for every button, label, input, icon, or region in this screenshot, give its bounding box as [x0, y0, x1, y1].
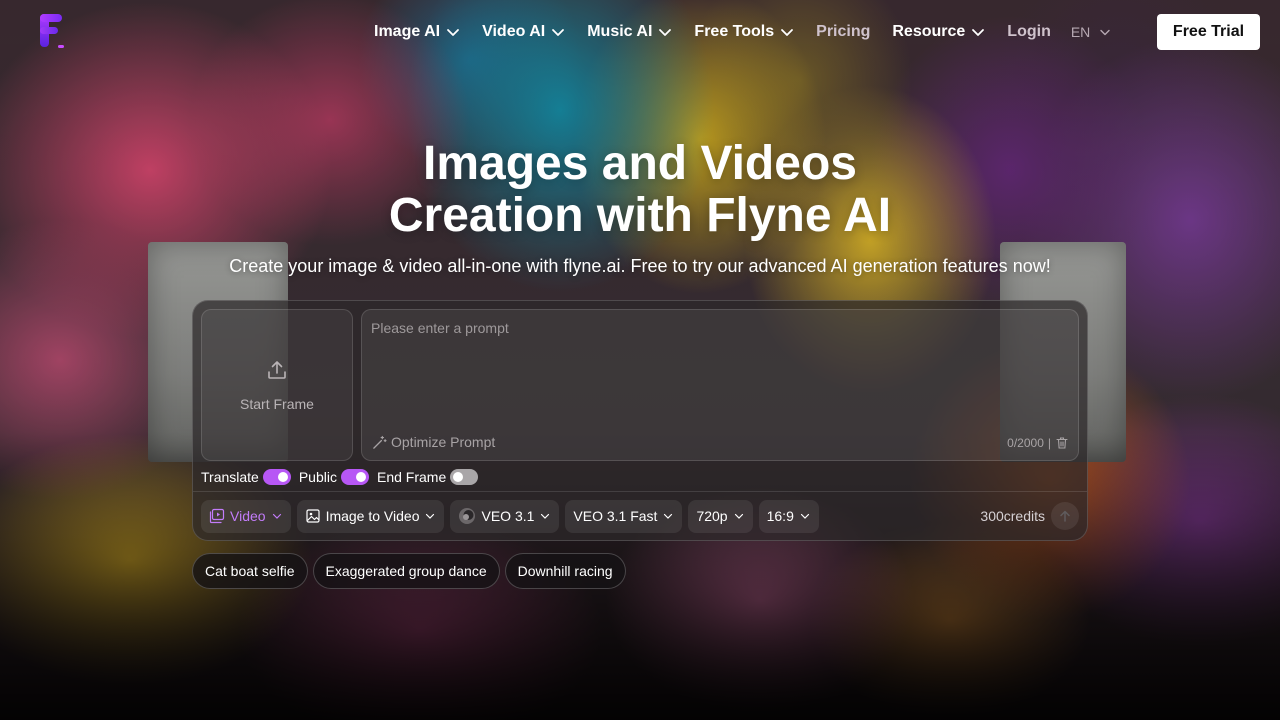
- generation-controls: Video Image to Video VEO 3.1 VEO 3.1 Fas…: [201, 499, 1079, 533]
- nav-music-ai[interactable]: Music AI: [587, 23, 672, 41]
- nav-image-ai[interactable]: Image AI: [374, 23, 460, 41]
- optimize-prompt-label: Optimize Prompt: [391, 434, 496, 450]
- chevron-down-icon: [1100, 29, 1110, 36]
- nav-free-tools[interactable]: Free Tools: [694, 23, 794, 41]
- logo-icon[interactable]: [38, 14, 66, 50]
- resolution-label: 720p: [696, 508, 728, 524]
- toggle-label: End Frame: [376, 469, 447, 485]
- nav-item-label: Free Tools: [694, 23, 775, 40]
- translate-toggle[interactable]: Translate: [201, 469, 291, 485]
- login-label: Login: [1007, 23, 1051, 40]
- char-count: 0/2000: [1007, 436, 1044, 450]
- nav-item-label: Pricing: [816, 23, 871, 40]
- resolution-select[interactable]: 720p: [688, 499, 753, 533]
- prompt-input[interactable]: [362, 310, 1078, 428]
- char-counter: 0/2000 |: [1007, 436, 1069, 450]
- chevron-down-icon: [781, 29, 794, 36]
- option-toggles: Translate Public End Frame: [201, 467, 479, 487]
- translate-switch[interactable]: [262, 469, 291, 485]
- video-icon: [209, 508, 225, 524]
- main-nav: Image AI Video AI Music AI Free Tools Pr…: [374, 0, 1112, 64]
- mode-label: Video: [230, 508, 266, 524]
- chevron-down-icon: [272, 513, 281, 519]
- image-icon: [305, 509, 320, 523]
- model-icon: [459, 508, 476, 524]
- chevron-down-icon: [734, 513, 743, 519]
- arrow-up-icon: [1060, 510, 1070, 522]
- model-variant-label: VEO 3.1 Fast: [573, 508, 658, 524]
- hero-subtitle: Create your image & video all-in-one wit…: [229, 256, 1051, 276]
- end-frame-toggle[interactable]: End Frame: [376, 469, 479, 485]
- public-toggle[interactable]: Public: [299, 469, 369, 485]
- suggestion-chip[interactable]: Downhill racing: [504, 553, 626, 589]
- model-select[interactable]: VEO 3.1: [450, 499, 560, 533]
- chevron-down-icon: [972, 29, 985, 36]
- nav-item-label: Video AI: [482, 23, 546, 40]
- chevron-down-icon: [447, 29, 459, 36]
- nav-item-label: Resource: [892, 23, 966, 40]
- hero-title: Images and Videos Creation with Flyne AI: [0, 138, 1280, 242]
- panel-divider: [193, 491, 1087, 492]
- counter-separator: |: [1047, 436, 1051, 450]
- chevron-down-icon: [426, 513, 435, 519]
- optimize-prompt-button[interactable]: Optimize Prompt: [372, 434, 495, 450]
- nav-video-ai[interactable]: Video AI: [482, 23, 565, 41]
- language-label: EN: [1070, 24, 1091, 40]
- public-switch[interactable]: [340, 469, 369, 485]
- login-link[interactable]: Login: [1007, 23, 1051, 41]
- prompt-suggestions: Cat boat selfie Exaggerated group dance …: [192, 553, 626, 589]
- suggestion-chip[interactable]: Exaggerated group dance: [312, 553, 500, 589]
- trash-icon[interactable]: [1055, 436, 1069, 450]
- chevron-down-icon: [664, 513, 673, 519]
- chevron-down-icon: [541, 513, 550, 519]
- end-frame-switch[interactable]: [450, 469, 479, 485]
- mode-select[interactable]: Video: [201, 499, 291, 533]
- credits-display: 300credits: [980, 502, 1079, 530]
- site-header: Image AI Video AI Music AI Free Tools Pr…: [0, 0, 1280, 64]
- model-label: VEO 3.1: [481, 508, 535, 524]
- aspect-ratio-select[interactable]: 16:9: [758, 499, 819, 533]
- toggle-label: Public: [298, 469, 337, 485]
- upload-icon: [268, 361, 286, 379]
- magic-wand-icon: [373, 435, 387, 449]
- start-frame-label: Start Frame: [240, 396, 314, 412]
- prompt-box: Optimize Prompt 0/2000 |: [361, 309, 1079, 461]
- nav-pricing[interactable]: Pricing: [816, 23, 870, 41]
- chevron-down-icon: [800, 513, 809, 519]
- chevron-down-icon: [552, 29, 565, 36]
- task-label: Image to Video: [325, 508, 420, 524]
- suggestion-chip[interactable]: Cat boat selfie: [192, 553, 308, 589]
- nav-resource[interactable]: Resource: [892, 23, 985, 41]
- credits-label: 300credits: [980, 508, 1045, 524]
- chevron-down-icon: [659, 29, 672, 36]
- start-frame-upload[interactable]: Start Frame: [201, 309, 353, 461]
- free-trial-button[interactable]: Free Trial: [1157, 14, 1260, 50]
- language-selector[interactable]: EN: [1071, 24, 1112, 40]
- nav-item-label: Music AI: [587, 23, 653, 40]
- generate-button[interactable]: [1051, 502, 1079, 530]
- model-variant-select[interactable]: VEO 3.1 Fast: [565, 499, 683, 533]
- nav-item-label: Image AI: [374, 23, 441, 40]
- task-select[interactable]: Image to Video: [296, 499, 445, 533]
- generator-panel: Start Frame Optimize Prompt 0/2000 | Tra…: [192, 300, 1088, 541]
- hero-title-line-1: Images and Videos: [423, 137, 857, 190]
- aspect-ratio-label: 16:9: [766, 508, 794, 524]
- toggle-label: Translate: [201, 469, 259, 485]
- hero-title-line-2: Creation with Flyne AI: [388, 189, 892, 242]
